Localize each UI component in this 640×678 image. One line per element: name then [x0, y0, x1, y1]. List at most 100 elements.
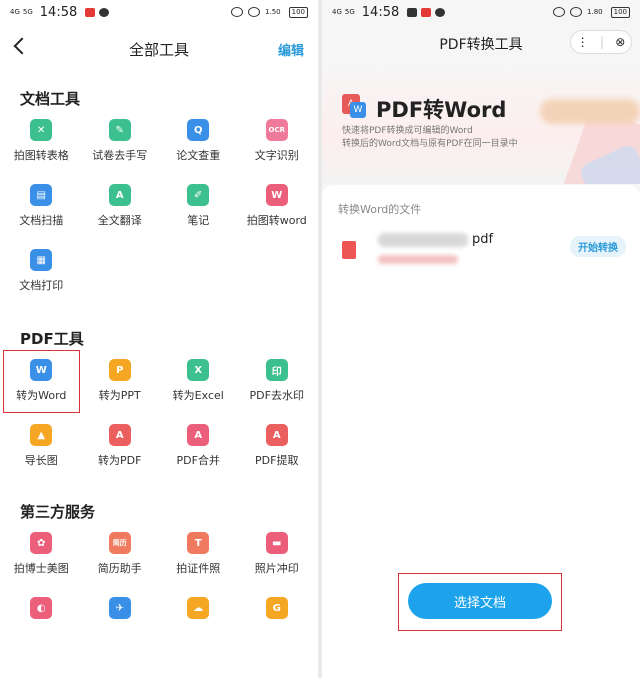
pdf-tools-grid: W 转为Word P 转为PPT X 转为Excel 印 PDF去水印 ▲ 导长图 A 转为PDF A P…	[0, 349, 318, 479]
long-image-icon: ▲	[30, 424, 53, 446]
files-section-title: 转换Word的文件	[338, 203, 422, 216]
tool-ppt[interactable]: P 转为PPT	[81, 349, 160, 414]
page-title: 全部工具	[128, 40, 189, 59]
files-card: 转换Word的文件 pdf 开始转换 选择文档	[322, 185, 640, 678]
tool-label: 转为PPT	[98, 389, 141, 402]
tool-long-image[interactable]: ▲ 导长图	[2, 414, 81, 479]
net-speed: 1.50	[265, 7, 281, 16]
message-icon	[99, 7, 110, 17]
edit-button[interactable]: 编辑	[278, 40, 304, 59]
alarm-icon	[570, 7, 583, 17]
doc-tools-grid: ✕ 拍图转表格 ✎ 试卷去手写 Q 论文查重 OCR 文字识别 ▤ 文档扫描 A 全文翻译 ✐ 笔记 W 拍图…	[0, 109, 318, 304]
tool-resume[interactable]: 简历 简历助手	[81, 522, 160, 587]
tool-translate[interactable]: A 全文翻译	[81, 174, 160, 239]
battery-icon: 100	[288, 6, 308, 18]
tool-cloud[interactable]: ☁	[159, 587, 238, 652]
more-icon[interactable]: ⋮	[577, 35, 589, 49]
tool-scan[interactable]: ▤ 文档扫描	[2, 174, 81, 239]
tool-label: 拍图转word	[246, 214, 307, 227]
service-icon-6: ✈	[108, 597, 131, 619]
word-icon: W	[265, 184, 288, 206]
photo-print-icon: ▬	[265, 532, 288, 554]
tool-label: 笔记	[187, 214, 210, 227]
tool-label: PDF去水印	[249, 389, 304, 402]
beauty-icon: ✿	[30, 532, 53, 554]
tool-pdf[interactable]: A 转为PDF	[81, 414, 160, 479]
tool-merge[interactable]: A PDF合并	[159, 414, 238, 479]
blurred-file-meta	[378, 255, 458, 264]
tool-printer[interactable]: ▦ 文档打印	[2, 239, 81, 304]
tool-label: 照片冲印	[254, 562, 299, 575]
status-bar: 4G 5G 14:58 1.50 100	[0, 0, 318, 24]
file-extension: pdf	[472, 232, 494, 247]
tool-photo-print[interactable]: ▬ 照片冲印	[238, 522, 317, 587]
word-icon: W	[30, 359, 53, 381]
ppt-icon: P	[108, 359, 131, 381]
blurred-banner-element	[540, 99, 640, 124]
tool-id-photo[interactable]: T 拍证件照	[159, 522, 238, 587]
tool-pen[interactable]: ✐ 笔记	[159, 174, 238, 239]
cloud-icon: ☁	[187, 597, 210, 619]
status-time: 14:58	[361, 4, 400, 20]
section-title-third-party: 第三方服务	[20, 503, 96, 521]
pdf-to-word-screen: 4G 5G 14:58 1.80 100 PDF转换工具 ⋮ | ⊗ A W P…	[322, 0, 640, 678]
printer-icon: ▦	[30, 249, 53, 271]
eraser-icon: ✎	[108, 119, 131, 141]
tool-label: PDF合并	[176, 454, 220, 467]
notification-app-icon	[85, 7, 96, 17]
back-icon[interactable]	[13, 37, 31, 55]
hero-desc-line2: 转换后的Word文档与原有PDF在同一目录中	[342, 139, 518, 149]
watermark-icon: 印	[265, 359, 288, 381]
tool-eraser[interactable]: ✎ 试卷去手写	[81, 109, 160, 174]
extract-icon: A	[265, 424, 288, 446]
battery-icon: 100	[610, 6, 630, 18]
network-4g-label: 4G	[10, 7, 20, 16]
tool-label: 转为Word	[16, 389, 67, 402]
tool-g[interactable]: G	[238, 587, 317, 652]
mini-program-capsule: ⋮ | ⊗	[570, 30, 632, 54]
tool-extract[interactable]: A PDF提取	[238, 414, 317, 479]
tool-label: 文字识别	[254, 149, 299, 162]
choose-document-button[interactable]: 选择文档	[408, 583, 552, 619]
tool-table[interactable]: ✕ 拍图转表格	[2, 109, 81, 174]
tool-word[interactable]: W 转为Word	[2, 349, 81, 414]
excel-icon: X	[187, 359, 210, 381]
tool-label: 文档打印	[19, 279, 64, 292]
notification-app-icon	[421, 7, 432, 17]
hero-banner: A W PDF转Word 快速将PDF转换成可编辑的Word 转换后的Word文…	[322, 64, 640, 184]
tool-label: PDF提取	[255, 454, 299, 467]
close-icon[interactable]: ⊗	[615, 35, 625, 49]
tool-excel[interactable]: X 转为Excel	[159, 349, 238, 414]
tool-label: 文档扫描	[19, 214, 64, 227]
scan-icon: ▤	[30, 184, 53, 206]
blurred-file-name	[378, 232, 468, 247]
tool-service-6[interactable]: ✈	[81, 587, 160, 652]
start-convert-button[interactable]: 开始转换	[570, 236, 626, 257]
tool-label: 拍图转表格	[13, 149, 69, 162]
tool-label: 全文翻译	[97, 214, 142, 227]
tool-label: 导长图	[24, 454, 58, 467]
doc-check-icon: Q	[187, 119, 210, 141]
tool-label: 论文查重	[176, 149, 221, 162]
tool-service-5[interactable]: ◐	[2, 587, 81, 652]
file-name: pdf	[378, 232, 493, 247]
word-icon: W	[350, 102, 366, 118]
tool-doc-check[interactable]: Q 论文查重	[159, 109, 238, 174]
resume-icon: 简历	[108, 532, 131, 554]
status-bar: 4G 5G 14:58 1.80 100	[322, 0, 640, 24]
tool-label: 拍博士美图	[13, 562, 69, 575]
tool-label: 拍证件照	[176, 562, 221, 575]
tool-word[interactable]: W 拍图转word	[238, 174, 317, 239]
tool-ocr[interactable]: OCR 文字识别	[238, 109, 317, 174]
tool-beauty[interactable]: ✿ 拍博士美图	[2, 522, 81, 587]
ocr-icon: OCR	[265, 119, 288, 141]
tool-label: 简历助手	[97, 562, 142, 575]
section-title-pdf-tools: PDF工具	[20, 330, 84, 348]
table-icon: ✕	[30, 119, 53, 141]
pen-icon: ✐	[187, 184, 210, 206]
merge-icon: A	[187, 424, 210, 446]
tool-label: 转为PDF	[98, 454, 142, 467]
tool-watermark[interactable]: 印 PDF去水印	[238, 349, 317, 414]
network-5g-label: 5G	[22, 7, 33, 16]
headphone-icon	[231, 7, 244, 17]
